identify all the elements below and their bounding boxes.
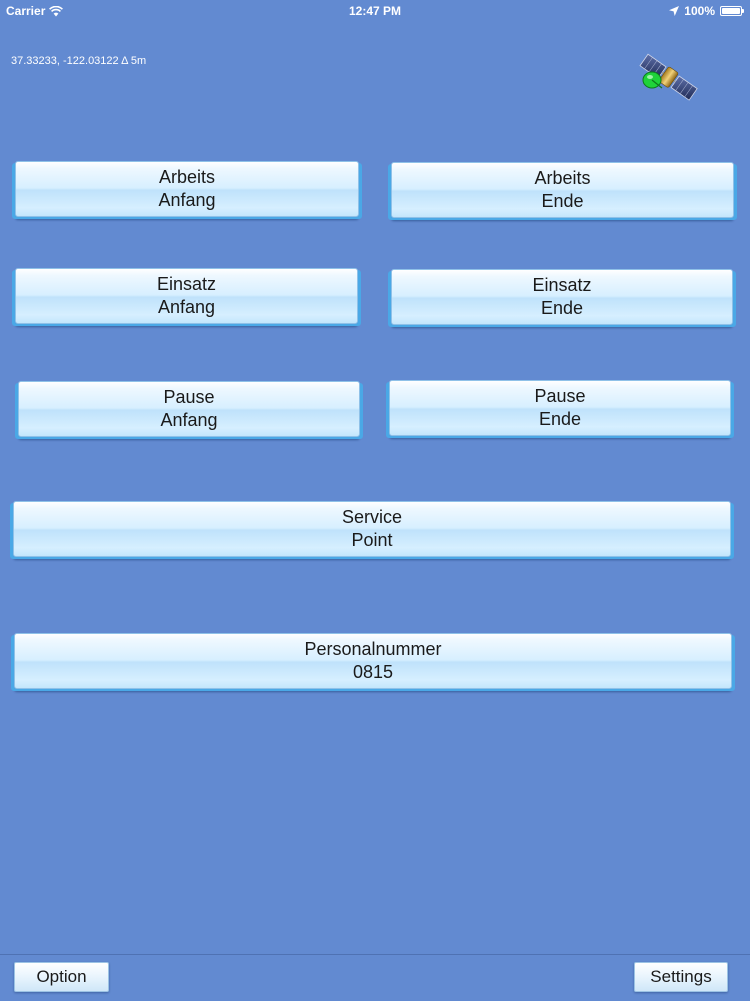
- assignment-end-button[interactable]: Einsatz Ende: [391, 269, 733, 325]
- break-start-line2: Anfang: [160, 410, 218, 430]
- work-start-line2: Anfang: [158, 190, 216, 210]
- status-time: 12:47 PM: [348, 4, 402, 18]
- work-end-button[interactable]: Arbeits Ende: [391, 162, 734, 218]
- option-button[interactable]: Option: [14, 962, 109, 992]
- service-point-button[interactable]: Service Point: [13, 501, 731, 557]
- settings-button[interactable]: Settings: [634, 962, 728, 992]
- work-start-button[interactable]: Arbeits Anfang: [15, 161, 359, 217]
- work-start-line1: Arbeits: [158, 167, 216, 187]
- status-right: 100%: [669, 4, 744, 18]
- assignment-end-line2: Ende: [540, 298, 584, 318]
- gps-coordinates: 37.33233, -122.03122 Δ 5m: [11, 55, 147, 67]
- service-point-line1: Service: [341, 507, 403, 527]
- bottom-toolbar: Option Settings: [0, 954, 750, 1001]
- location-arrow-icon: [669, 6, 680, 16]
- battery-level: [722, 8, 740, 14]
- assignment-start-line1: Einsatz: [156, 274, 217, 294]
- assignment-end-line1: Einsatz: [532, 275, 592, 295]
- battery-icon: [720, 6, 744, 16]
- assignment-start-button[interactable]: Einsatz Anfang: [15, 268, 358, 324]
- personnel-number-label: Personalnummer: [304, 639, 442, 659]
- work-end-line2: Ende: [541, 191, 584, 211]
- break-end-line1: Pause: [534, 386, 586, 406]
- personnel-number-value: 0815: [352, 662, 394, 682]
- break-end-button[interactable]: Pause Ende: [389, 380, 731, 436]
- work-end-line1: Arbeits: [534, 168, 591, 188]
- assignment-start-line2: Anfang: [157, 297, 216, 317]
- break-start-line1: Pause: [163, 387, 215, 407]
- break-start-button[interactable]: Pause Anfang: [18, 381, 360, 437]
- satellite-icon[interactable]: [632, 46, 704, 110]
- battery-percent: 100%: [684, 4, 715, 18]
- service-point-line2: Point: [351, 530, 393, 550]
- personnel-number-button[interactable]: Personalnummer 0815: [14, 633, 732, 689]
- status-bar: Carrier 12:47 PM 100%: [0, 0, 750, 22]
- break-end-line2: Ende: [538, 409, 582, 429]
